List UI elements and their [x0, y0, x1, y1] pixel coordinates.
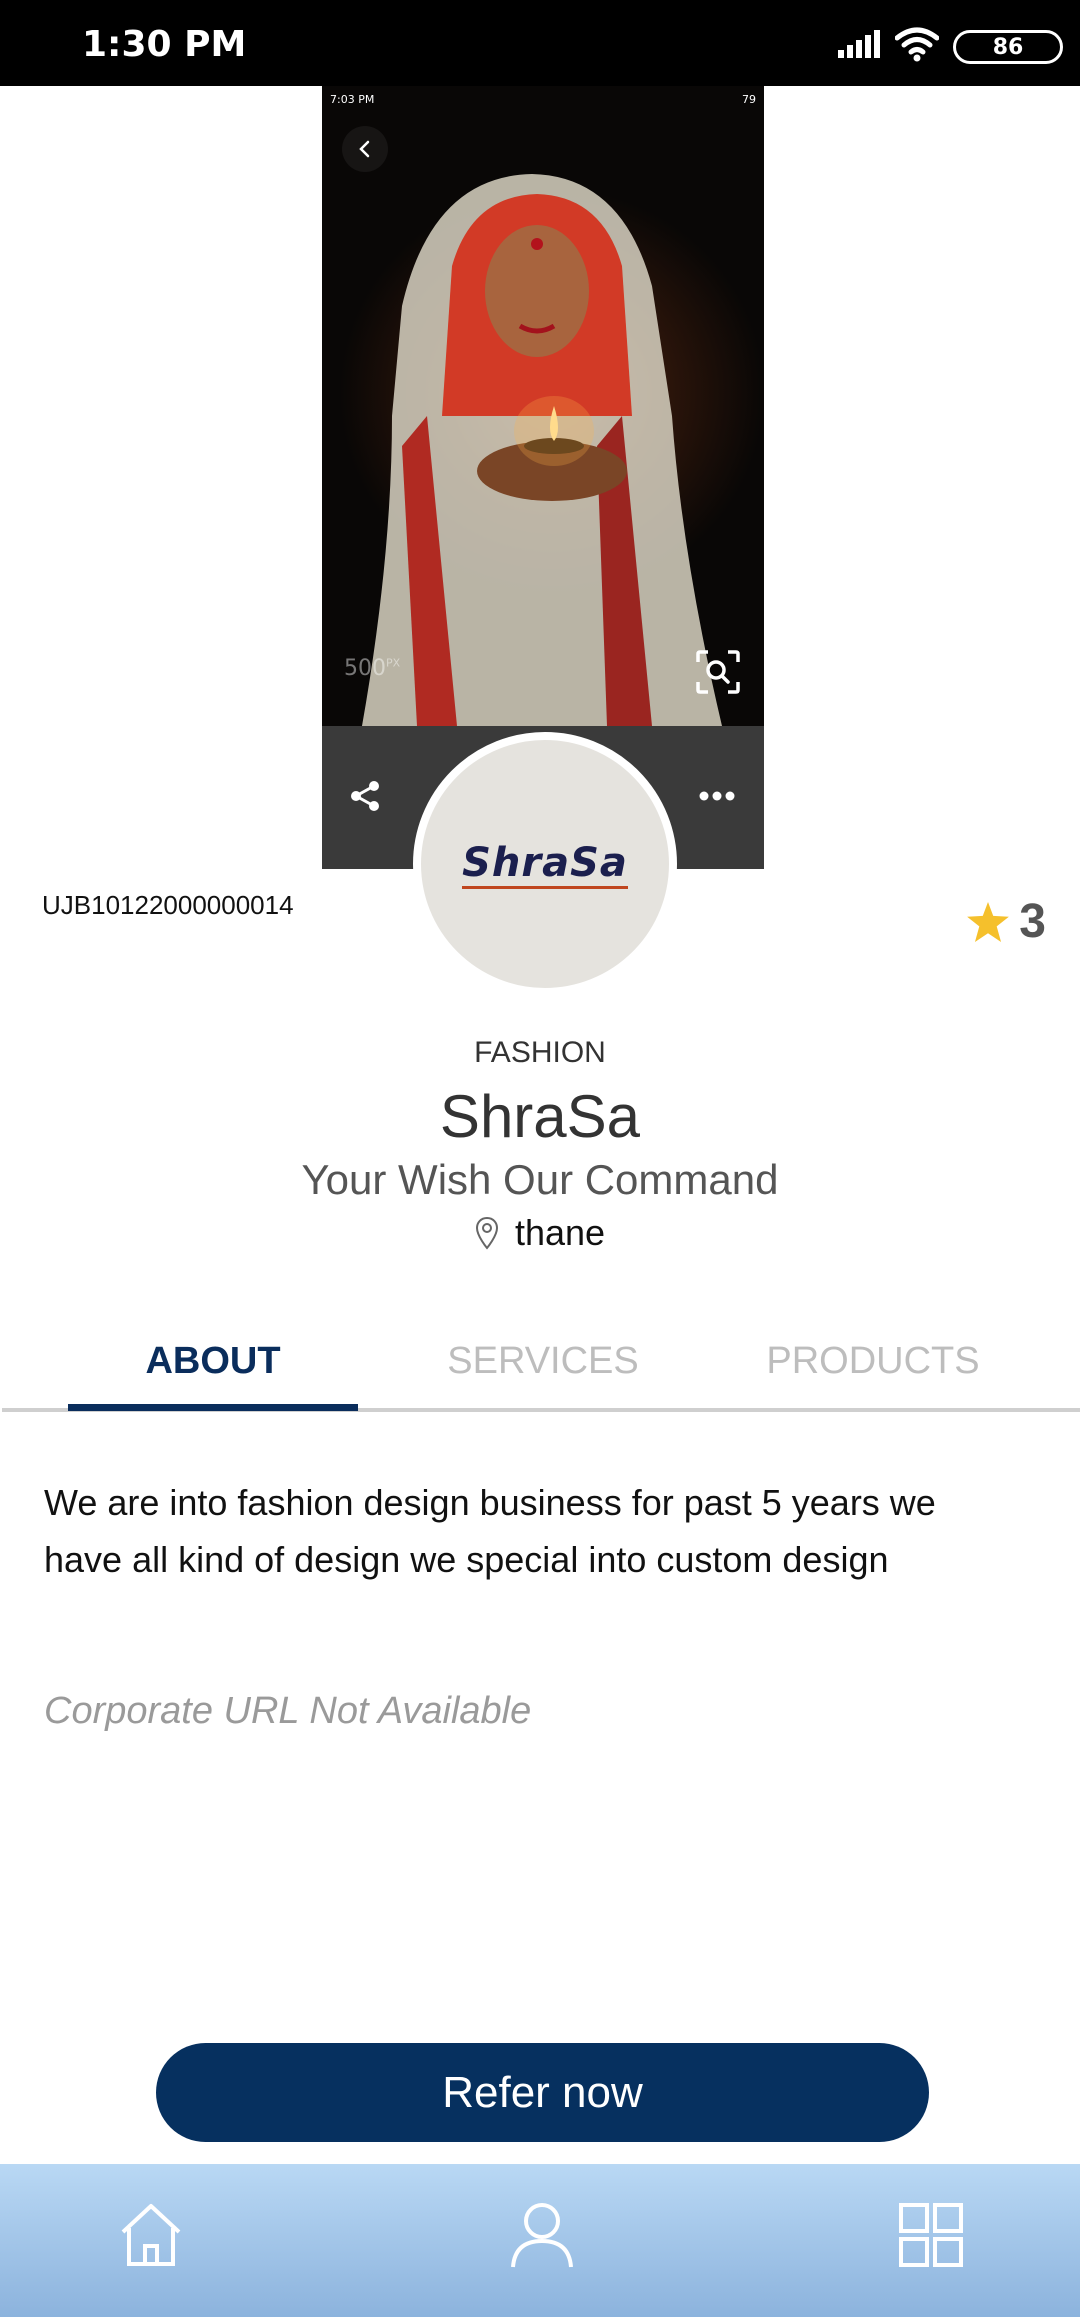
bottom-navigation	[0, 2164, 1080, 2317]
more-icon[interactable]	[692, 776, 742, 816]
refer-now-button[interactable]: Refer now	[156, 2043, 929, 2142]
tab-services[interactable]: SERVICES	[398, 1340, 688, 1383]
watermark-sup: PX	[386, 656, 401, 670]
status-bar: 1:30 PM 86	[0, 0, 1080, 86]
business-avatar: ShraSa	[413, 732, 677, 996]
inner-status-bar: 7:03 PM 79	[330, 88, 756, 110]
location-text: thane	[514, 1212, 606, 1253]
status-time: 1:30 PM	[82, 24, 247, 65]
rating-value: 3	[1019, 895, 1046, 948]
signal-icon	[838, 30, 882, 65]
tab-about[interactable]: ABOUT	[68, 1340, 358, 1383]
business-profile-screen: 1:30 PM 86 7:03 PM 79 500PX ShraSa UJB10…	[0, 0, 1080, 2317]
inner-status-time: 7:03 PM	[330, 92, 375, 106]
battery-level: 86	[992, 34, 1024, 60]
business-tagline: Your Wish Our Command	[301, 1156, 779, 1203]
profile-icon[interactable]	[497, 2190, 587, 2280]
active-tab-indicator	[68, 1404, 358, 1411]
grid-icon[interactable]	[886, 2190, 976, 2280]
business-category: FASHION	[474, 1036, 606, 1069]
business-location: thane	[0, 1212, 1080, 1254]
back-icon[interactable]	[342, 126, 388, 172]
tab-products[interactable]: PRODUCTS	[728, 1340, 1018, 1383]
cover-image[interactable]: 7:03 PM 79 500PX	[322, 86, 764, 726]
cover-photo-illustration	[362, 174, 722, 726]
about-description: We are into fashion design business for …	[44, 1482, 936, 1580]
watermark-text: 500	[344, 656, 386, 681]
share-icon[interactable]	[346, 776, 386, 816]
inner-status-battery: 79	[742, 92, 756, 106]
wifi-icon	[894, 26, 940, 67]
star-icon	[967, 901, 1010, 942]
corporate-url: Corporate URL Not Available	[44, 1690, 532, 1732]
rating: 3	[967, 894, 1046, 949]
home-icon[interactable]	[106, 2190, 196, 2280]
zoom-icon[interactable]	[694, 648, 742, 701]
business-id: UJB10122000000014	[42, 890, 294, 920]
watermark: 500PX	[344, 656, 400, 681]
battery-icon: 86	[953, 30, 1063, 64]
avatar-logo-text: ShraSa	[462, 840, 628, 889]
profile-tabs: ABOUT SERVICES PRODUCTS	[0, 1318, 1080, 1412]
location-pin-icon	[475, 1216, 498, 1250]
business-name: ShraSa	[439, 1083, 641, 1150]
